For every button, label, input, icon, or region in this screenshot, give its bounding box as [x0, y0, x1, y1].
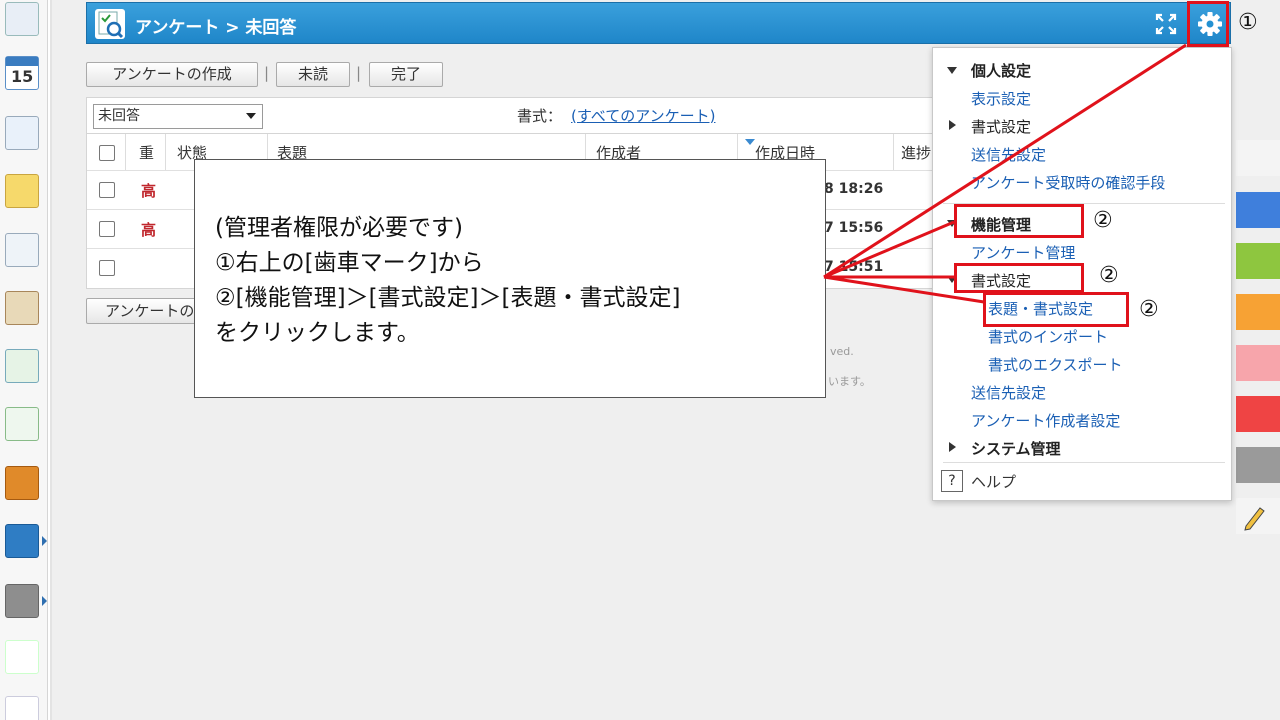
highlight-format-settings	[954, 263, 1084, 293]
step-marker: ②	[1139, 297, 1159, 322]
step-marker: ②	[1093, 208, 1113, 233]
highlight-gear	[1187, 1, 1229, 47]
highlight-feature-admin	[954, 204, 1084, 238]
step-marker: ①	[1238, 10, 1258, 35]
annotation-arrows	[823, 43, 1187, 304]
step-marker: ②	[1099, 263, 1119, 288]
highlight-title-format	[983, 292, 1129, 327]
